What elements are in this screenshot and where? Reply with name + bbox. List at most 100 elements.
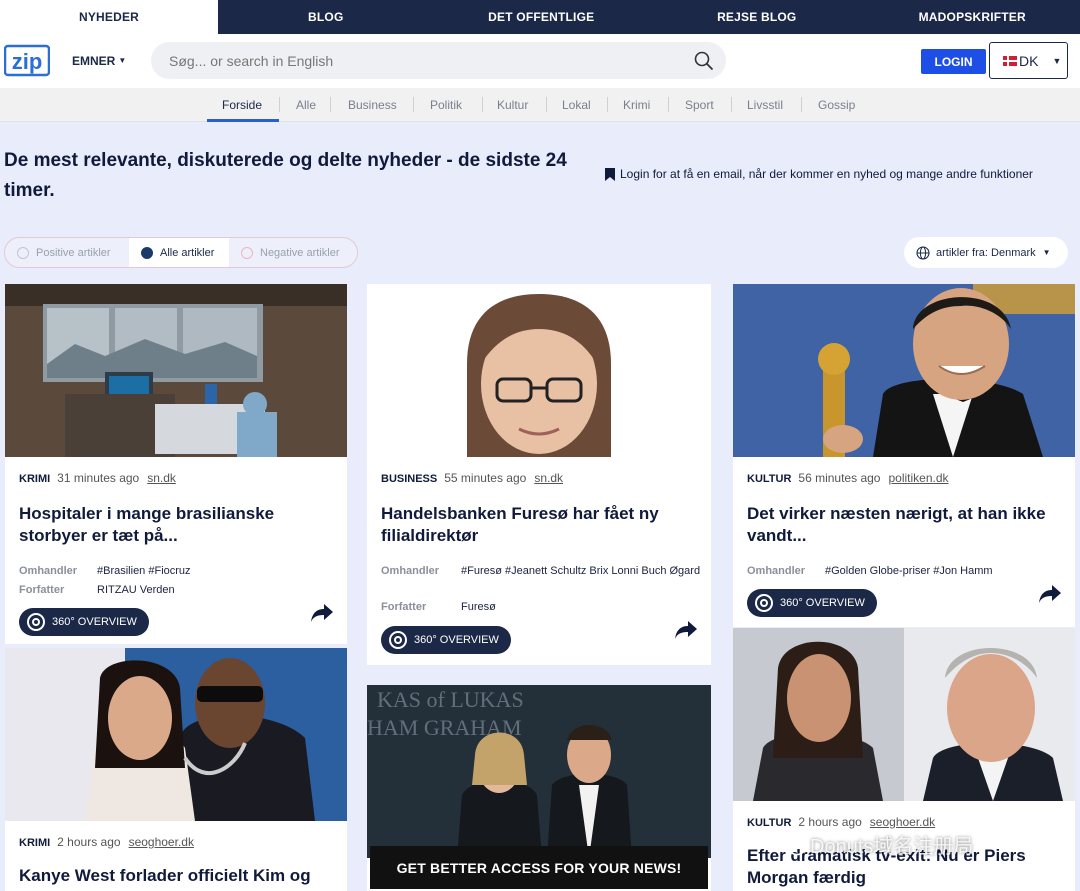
top-nav: NYHEDER BLOG DET OFFENTLIGE REJSE BLOG M…: [0, 0, 1080, 34]
caret-down-icon: ▼: [118, 56, 127, 65]
country-label: artikler fra: Denmark: [936, 246, 1036, 259]
article-tags[interactable]: #Golden Globe-priser #Jon Hamm: [825, 563, 993, 579]
golden-globes-photo[interactable]: [733, 284, 1075, 457]
login-button[interactable]: LOGIN: [921, 49, 986, 74]
filter-positive[interactable]: Positive artikler: [5, 238, 129, 267]
event-photo[interactable]: KAS of LUKAS HAM GRAHAM: [367, 685, 711, 858]
watermark: Donuts域名注册局: [780, 830, 973, 859]
divider: [607, 97, 608, 112]
target-icon: [755, 594, 773, 612]
divider: [546, 97, 547, 112]
category-politik[interactable]: Politik: [430, 98, 462, 112]
tab-det-offentlige[interactable]: DET OFFENTLIGE: [434, 0, 650, 34]
zip-logo[interactable]: zip: [4, 42, 50, 78]
language-selector[interactable]: DK ▼: [989, 42, 1068, 79]
target-icon: [389, 631, 407, 649]
category-forside[interactable]: Forside: [222, 98, 262, 112]
caret-down-icon: ▼: [1042, 248, 1051, 257]
article-category[interactable]: KRIMI: [19, 837, 50, 849]
filter-all[interactable]: Alle artikler: [129, 238, 229, 267]
tab-blog[interactable]: BLOG: [218, 0, 434, 34]
article-tags[interactable]: #Brasilien #Fiocruz: [97, 563, 191, 579]
search-input[interactable]: [169, 51, 669, 71]
article-time: 55 minutes ago: [444, 471, 527, 485]
article-time: 2 hours ago: [57, 835, 121, 849]
article-title[interactable]: Handelsbanken Furesø har fået ny filiald…: [381, 503, 701, 547]
filter-negative[interactable]: Negative artikler: [229, 238, 357, 267]
divider: [413, 97, 414, 112]
emner-label: EMNER: [72, 54, 116, 68]
article-category[interactable]: KRIMI: [19, 473, 50, 485]
portrait-photo[interactable]: [367, 284, 711, 457]
article-source[interactable]: seoghoer.dk: [129, 835, 194, 849]
share-icon[interactable]: [675, 621, 697, 639]
article-category[interactable]: BUSINESS: [381, 473, 437, 485]
overview-button[interactable]: 360° OVERVIEW: [747, 589, 877, 617]
article-source[interactable]: seoghoer.dk: [870, 815, 935, 829]
category-kultur[interactable]: Kultur: [497, 98, 528, 112]
search-box[interactable]: [151, 42, 726, 79]
category-lokal[interactable]: Lokal: [562, 98, 591, 112]
filter-positive-label: Positive artikler: [36, 246, 111, 259]
divider: [801, 97, 802, 112]
overview-button[interactable]: 360° OVERVIEW: [19, 608, 149, 636]
omhandler-label: Omhandler: [19, 565, 78, 577]
article-card[interactable]: BUSINESS 55 minutes ago sn.dk Handelsbanke…: [367, 284, 711, 665]
forfatter-label: Forfatter: [381, 601, 427, 613]
emner-dropdown[interactable]: EMNER ▼: [72, 54, 126, 68]
article-meta: KULTUR 56 minutes ago politiken.dk: [747, 471, 949, 485]
overview-label: 360° OVERVIEW: [52, 616, 137, 628]
country-selector[interactable]: artikler fra: Denmark ▼: [904, 237, 1068, 268]
celebrity-couple-photo[interactable]: [5, 648, 347, 821]
article-card[interactable]: KRIMI 2 hours ago seoghoer.dk Kanye West f…: [5, 648, 347, 891]
share-icon[interactable]: [1039, 585, 1061, 603]
globe-icon: [916, 245, 930, 260]
language-label: DK: [1019, 52, 1039, 69]
share-icon[interactable]: [311, 604, 333, 622]
article-card[interactable]: KRIMI 31 minutes ago sn.dk Hospitaler i ma…: [5, 284, 347, 644]
article-time: 31 minutes ago: [57, 471, 140, 485]
filter-all-label: Alle artikler: [160, 246, 215, 259]
category-business[interactable]: Business: [348, 98, 397, 112]
category-livsstil[interactable]: Livsstil: [747, 98, 783, 112]
sentiment-filter: Positive artikler Alle artikler Negative…: [4, 237, 358, 268]
article-author: RITZAU Verden: [97, 584, 175, 596]
category-krimi[interactable]: Krimi: [623, 98, 650, 112]
watermark-text: Donuts域名注册局: [810, 836, 974, 858]
article-title[interactable]: Det virker næsten nærigt, at han ikke va…: [747, 503, 1065, 547]
article-category[interactable]: KULTUR: [747, 817, 791, 829]
tab-madopskrifter[interactable]: MADOPSKRIFTER: [865, 0, 1080, 34]
get-access-banner[interactable]: GET BETTER ACCESS FOR YOUR NEWS!: [370, 846, 708, 889]
target-icon: [27, 613, 45, 631]
article-time: 56 minutes ago: [798, 471, 881, 485]
article-card[interactable]: KULTUR 56 minutes ago politiken.dk Det vir…: [733, 284, 1075, 627]
search-icon[interactable]: [694, 51, 714, 71]
tab-nyheder[interactable]: NYHEDER: [0, 0, 218, 34]
category-sport[interactable]: Sport: [685, 98, 714, 112]
bookmark-icon: [605, 167, 615, 181]
tv-hosts-photo[interactable]: [733, 628, 1075, 801]
article-source[interactable]: sn.dk: [147, 471, 176, 485]
radio-icon: [17, 246, 29, 259]
wechat-icon: [780, 834, 806, 855]
divider: [482, 97, 483, 112]
category-gossip[interactable]: Gossip: [818, 98, 855, 112]
omhandler-label: Omhandler: [381, 565, 440, 577]
login-note-text: Login for at få en email, når der kommer…: [620, 167, 1033, 181]
tab-rejse-blog[interactable]: REJSE BLOG: [649, 0, 865, 34]
login-note[interactable]: Login for at få en email, når der kommer…: [605, 167, 1033, 181]
article-title[interactable]: Kanye West forlader officielt Kim og: [19, 865, 337, 887]
header: zip EMNER▼ LOGIN DK ▼: [0, 34, 1080, 88]
denmark-flag-icon: [1003, 55, 1017, 66]
divider: [731, 97, 732, 112]
article-tags[interactable]: #Furesø #Jeanett Schultz Brix Lonni Buch…: [461, 563, 701, 579]
category-bar: Forside Alle Business Politik Kultur Lok…: [0, 88, 1080, 122]
category-alle[interactable]: Alle: [296, 98, 316, 112]
article-title[interactable]: Hospitaler i mange brasilianske storbyer…: [19, 503, 337, 547]
overview-label: 360° OVERVIEW: [414, 634, 499, 646]
article-source[interactable]: politiken.dk: [888, 471, 948, 485]
overview-button[interactable]: 360° OVERVIEW: [381, 626, 511, 654]
hospital-photo[interactable]: [5, 284, 347, 457]
article-category[interactable]: KULTUR: [747, 473, 791, 485]
article-source[interactable]: sn.dk: [534, 471, 563, 485]
